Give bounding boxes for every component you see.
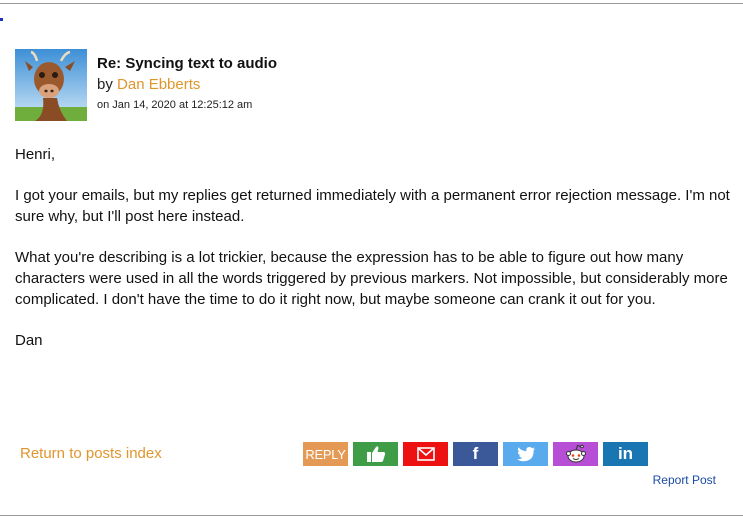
- post-title: Re: Syncing text to audio: [97, 55, 278, 72]
- post-actions-bar: REPLY f in: [303, 442, 648, 466]
- return-to-posts-index-link[interactable]: Return to posts index: [20, 444, 162, 464]
- bottom-divider: [0, 515, 743, 516]
- twitter-share-button[interactable]: [503, 442, 548, 466]
- facebook-share-button[interactable]: f: [453, 442, 498, 466]
- post-date: on Jan 14, 2020 at 12:25:12 am: [97, 99, 253, 111]
- body-paragraph: I got your emails, but my replies get re…: [15, 187, 730, 225]
- envelope-icon: [416, 447, 435, 461]
- post-body: Henri, I got your emails, but my replies…: [15, 144, 730, 371]
- body-paragraph: What you're describing is a lot trickier…: [15, 249, 728, 308]
- email-share-button[interactable]: [403, 442, 448, 466]
- cow-avatar-icon: [15, 49, 87, 121]
- byline-prefix: by: [97, 76, 113, 93]
- linkedin-share-button[interactable]: in: [603, 442, 648, 466]
- avatar[interactable]: [15, 49, 87, 121]
- author-link[interactable]: Dan Ebberts: [117, 76, 200, 93]
- post-header: Re: Syncing text to audio by Dan Ebberts…: [97, 54, 277, 115]
- reddit-share-button[interactable]: [553, 442, 598, 466]
- linkedin-icon: in: [617, 444, 634, 463]
- reddit-icon: [565, 444, 586, 463]
- report-post-link[interactable]: Report Post: [653, 472, 716, 488]
- reply-button[interactable]: REPLY: [303, 442, 348, 466]
- facebook-icon: f: [472, 444, 479, 463]
- twitter-icon: [516, 447, 535, 462]
- thumbs-up-icon: [366, 446, 385, 462]
- bullet-marker: [0, 18, 3, 21]
- body-paragraph: Dan: [15, 332, 43, 349]
- top-divider: [0, 3, 743, 4]
- forum-post-page: Re: Syncing text to audio by Dan Ebberts…: [0, 0, 743, 519]
- byline: by Dan Ebberts: [97, 74, 277, 95]
- body-paragraph: Henri,: [15, 146, 56, 163]
- like-button[interactable]: [353, 442, 398, 466]
